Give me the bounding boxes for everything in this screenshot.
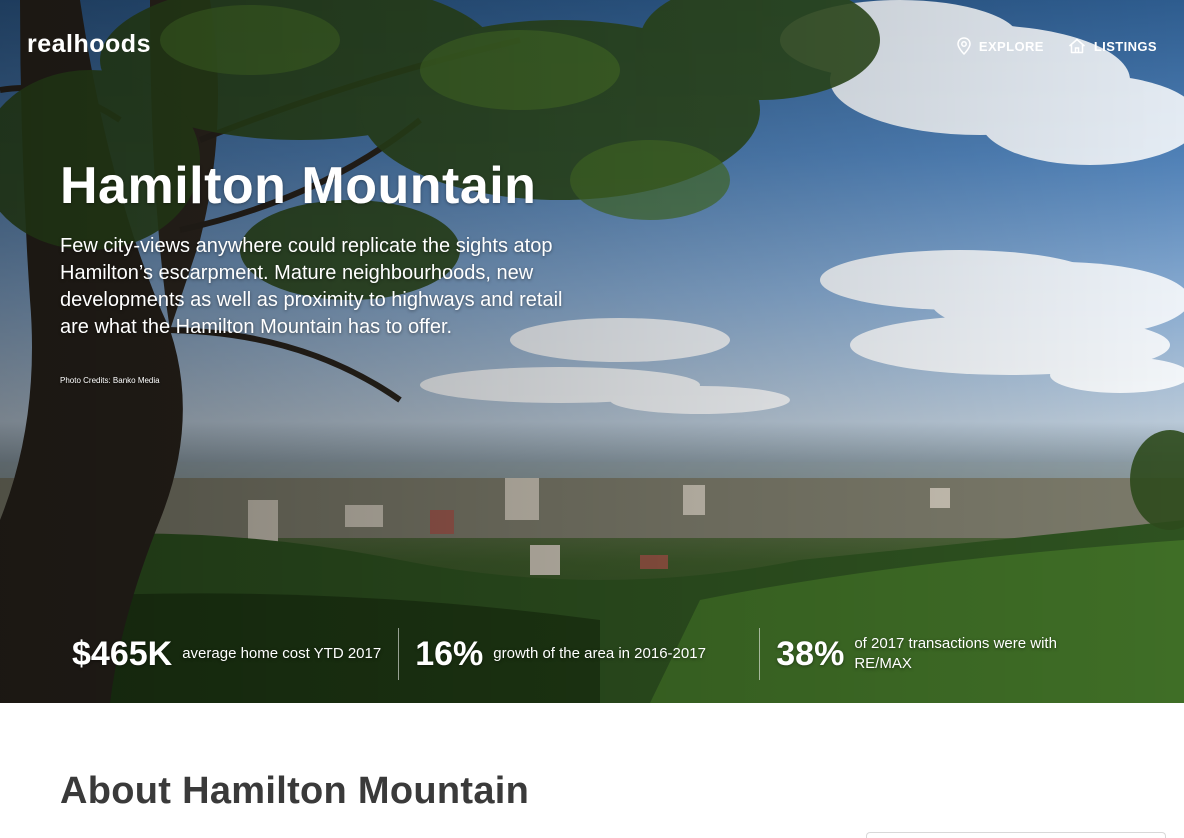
hero-section: realhoods EXPLORE LISTINGS Hamilton Moun…	[0, 0, 1184, 703]
side-card	[866, 832, 1166, 838]
stat-divider	[398, 628, 400, 680]
stat-text: average home cost YTD 2017	[182, 645, 382, 662]
brand-logo[interactable]: realhoods	[27, 30, 151, 59]
map-pin-icon	[957, 37, 971, 55]
stats-bar: $465K average home cost YTD 2017 16% gro…	[72, 628, 1094, 680]
stat-divider	[759, 628, 761, 680]
stat-text: of 2017 transactions were with RE/MAX	[854, 635, 1057, 672]
hero-title: Hamilton Mountain	[60, 157, 537, 215]
stat-value: $465K	[72, 634, 173, 673]
nav-explore-label: EXPLORE	[978, 38, 1044, 54]
stat-growth: 16% growth of the area in 2016-2017	[415, 628, 743, 680]
hero-overlay	[0, 0, 1184, 703]
hero-description: Few city-views anywhere could replicate …	[60, 235, 563, 338]
nav-listings[interactable]: LISTINGS	[1068, 37, 1157, 55]
stat-value: 16%	[415, 634, 484, 673]
nav-explore[interactable]: EXPLORE	[957, 37, 1044, 55]
stat-value: 38%	[776, 634, 845, 673]
stat-average-cost: $465K average home cost YTD 2017	[72, 628, 382, 680]
top-nav: EXPLORE LISTINGS	[957, 37, 1157, 55]
stat-text: growth of the area in 2016-2017	[493, 645, 706, 662]
photo-credit: Photo Credits: Banko Media	[60, 376, 160, 385]
stat-remax-share: 38% of 2017 transactions were with RE/MA…	[776, 628, 1094, 680]
about-section-title: About Hamilton Mountain	[60, 770, 530, 812]
nav-listings-label: LISTINGS	[1093, 38, 1157, 54]
house-icon	[1068, 38, 1085, 54]
